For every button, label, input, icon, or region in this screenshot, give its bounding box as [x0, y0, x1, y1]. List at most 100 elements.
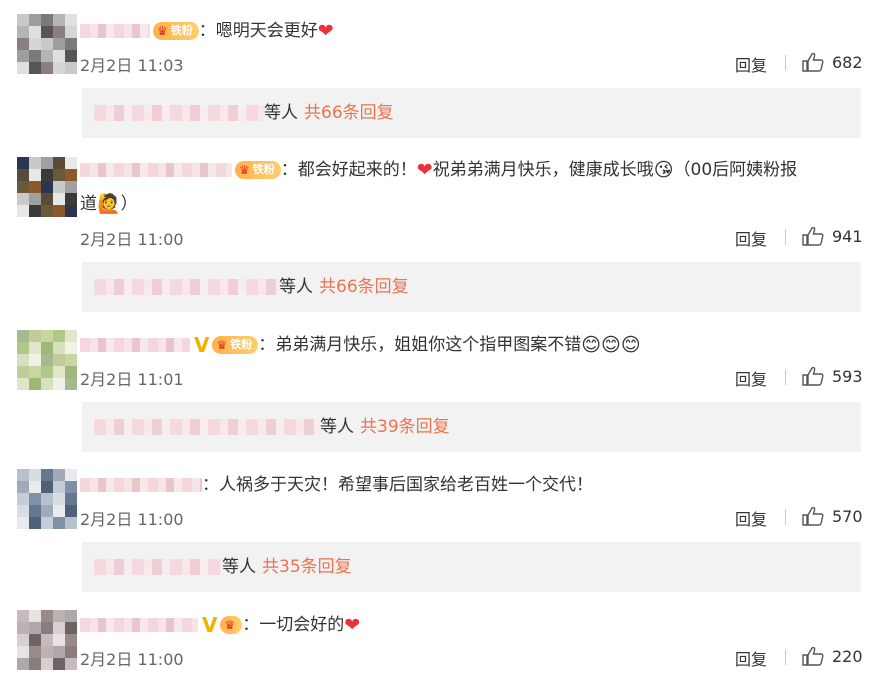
reply-usernames-blurred[interactable]: [94, 279, 279, 295]
avatar-pixel: [65, 38, 77, 50]
avatar-pixel: [53, 469, 65, 481]
replies-preview[interactable]: 等人 共39条回复: [82, 402, 861, 452]
avatar-pixel: [53, 505, 65, 517]
avatar-pixel: [65, 493, 77, 505]
avatar[interactable]: [17, 330, 77, 390]
avatar-pixel: [65, 50, 77, 62]
reply-button[interactable]: 回复: [735, 506, 767, 530]
avatar-pixel: [17, 169, 29, 181]
avatar-pixel: [65, 330, 77, 342]
avatar-pixel: [29, 517, 41, 529]
avatar-pixel: [29, 646, 41, 658]
username-blurred[interactable]: [80, 618, 198, 632]
crown-icon: ♛: [157, 24, 168, 38]
avatar-pixel: [53, 169, 65, 181]
thumbs-up-icon: [802, 506, 824, 526]
username-blurred[interactable]: [80, 24, 150, 38]
avatar-pixel: [41, 342, 53, 354]
avatar-pixel: [65, 205, 77, 217]
kiss-emoji-icon: 😘: [653, 159, 674, 181]
comment-text: ：人祸多于天灾！希望事后国家给老百姓一个交代！: [202, 475, 593, 495]
avatar-pixel: [17, 193, 29, 205]
like-button[interactable]: 941: [802, 226, 863, 246]
comment-body: ♛ 铁粉 ：都会好起来的！❤祝弟弟满月快乐，健康成长哦😘（00后阿姨粉报 道🙋）: [80, 153, 860, 221]
heart-icon: ❤: [416, 159, 433, 181]
comment-meta: 2月2日 11:00 回复 941: [80, 226, 863, 250]
avatar[interactable]: [17, 157, 77, 217]
replies-preview[interactable]: 等人 共35条回复: [82, 542, 861, 592]
timestamp: 2月2日 11:00: [80, 650, 184, 669]
like-button[interactable]: 593: [802, 366, 863, 386]
avatar[interactable]: [17, 14, 77, 74]
divider: [785, 509, 786, 525]
comment-text: ：弟弟满月快乐，姐姐你这个指甲图案不错: [258, 335, 582, 355]
avatar-pixel: [41, 169, 53, 181]
comment-meta: 2月2日 11:03 回复 682: [80, 52, 863, 76]
avatar-pixel: [41, 157, 53, 169]
reply-button[interactable]: 回复: [735, 52, 767, 76]
comment-meta: 2月2日 11:00 回复 220: [80, 646, 863, 670]
avatar-pixel: [17, 157, 29, 169]
comment-body: ♛ 铁粉 ：嗯明天会更好❤: [80, 14, 334, 48]
replies-preview[interactable]: 等人 共66条回复: [82, 262, 861, 312]
avatar-pixel: [41, 658, 53, 670]
avatar-pixel: [29, 378, 41, 390]
reply-usernames-blurred[interactable]: [94, 419, 320, 435]
like-button[interactable]: 220: [802, 646, 863, 666]
thumbs-up-icon: [802, 226, 824, 246]
crown-icon: ♛: [239, 163, 250, 177]
comment-meta: 2月2日 11:00 回复 570: [80, 506, 863, 530]
fan-badge[interactable]: ♛ 铁粉: [212, 336, 259, 354]
avatar-pixel: [65, 505, 77, 517]
avatar-pixel: [65, 193, 77, 205]
fan-badge[interactable]: ♛ 铁粉: [153, 22, 199, 40]
avatar[interactable]: [17, 610, 77, 670]
reply-button[interactable]: 回复: [735, 646, 767, 670]
username-blurred[interactable]: [80, 338, 190, 352]
avatar-pixel: [17, 517, 29, 529]
avatar-pixel: [65, 169, 77, 181]
avatar-pixel: [41, 378, 53, 390]
avatar-pixel: [29, 205, 41, 217]
avatar-pixel: [29, 481, 41, 493]
like-button[interactable]: 682: [802, 52, 863, 72]
avatar[interactable]: [17, 469, 77, 529]
comment-text: 祝弟弟满月快乐，健康成长哦: [432, 160, 654, 180]
avatar-pixel: [65, 26, 77, 38]
avatar-pixel: [53, 493, 65, 505]
reply-usernames-blurred[interactable]: [94, 559, 222, 575]
avatar-pixel: [53, 14, 65, 26]
replies-count-link[interactable]: 共35条回复: [262, 557, 352, 577]
avatar-pixel: [53, 193, 65, 205]
smile-emoji-icon: 😊😊😊: [581, 334, 641, 356]
avatar-pixel: [65, 157, 77, 169]
replies-preview[interactable]: 等人 共66条回复: [82, 88, 861, 138]
fan-badge[interactable]: ♛: [220, 616, 243, 634]
timestamp: 2月2日 11:01: [80, 370, 184, 389]
fan-badge[interactable]: ♛ 铁粉: [235, 161, 281, 179]
reply-button[interactable]: 回复: [735, 366, 767, 390]
avatar-pixel: [65, 634, 77, 646]
avatar-pixel: [17, 354, 29, 366]
like-button[interactable]: 570: [802, 506, 863, 526]
avatar-pixel: [29, 658, 41, 670]
avatar-pixel: [17, 622, 29, 634]
username-blurred[interactable]: [80, 163, 232, 177]
avatar-pixel: [41, 622, 53, 634]
reply-button[interactable]: 回复: [735, 226, 767, 250]
avatar-pixel: [53, 330, 65, 342]
avatar-pixel: [41, 50, 53, 62]
avatar-pixel: [17, 378, 29, 390]
avatar-pixel: [29, 342, 41, 354]
replies-count-link[interactable]: 共66条回复: [304, 103, 394, 123]
comment-text: ）: [120, 194, 138, 214]
avatar-pixel: [41, 181, 53, 193]
username-blurred[interactable]: [80, 478, 202, 492]
reply-usernames-blurred[interactable]: [94, 105, 264, 121]
replies-count-link[interactable]: 共66条回复: [319, 277, 409, 297]
replies-count-link[interactable]: 共39条回复: [360, 417, 450, 437]
avatar-pixel: [65, 378, 77, 390]
verified-v-icon: V: [194, 333, 210, 357]
divider: [785, 229, 786, 245]
divider: [785, 649, 786, 665]
